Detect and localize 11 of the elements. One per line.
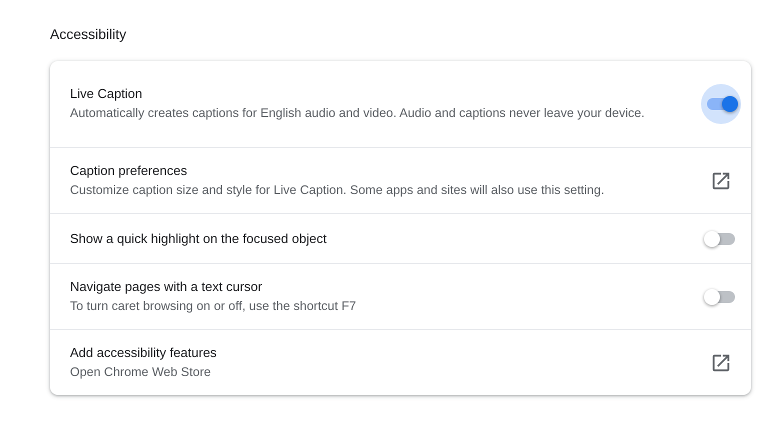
- setting-description: Automatically creates captions for English audio and video. Audio and captions never leave your device.: [70, 105, 646, 122]
- section-title: Accessibility: [50, 25, 128, 44]
- setting-title: Live Caption: [70, 85, 144, 103]
- setting-description: Customize caption size and style for Live Caption. Some apps and sites will also use this setting.: [70, 182, 606, 199]
- toggle-switch[interactable]: [701, 84, 741, 124]
- setting-title: Navigate pages with a text cursor: [70, 278, 264, 296]
- setting-description: Open Chrome Web Store: [70, 364, 212, 381]
- setting-title: Caption preferences: [70, 162, 188, 180]
- setting-description: To turn caret browsing on or off, use the shortcut F7: [70, 298, 358, 315]
- setting-title: Add accessibility features: [70, 344, 218, 362]
- setting-title: Show a quick highlight on the focused object: [70, 230, 328, 248]
